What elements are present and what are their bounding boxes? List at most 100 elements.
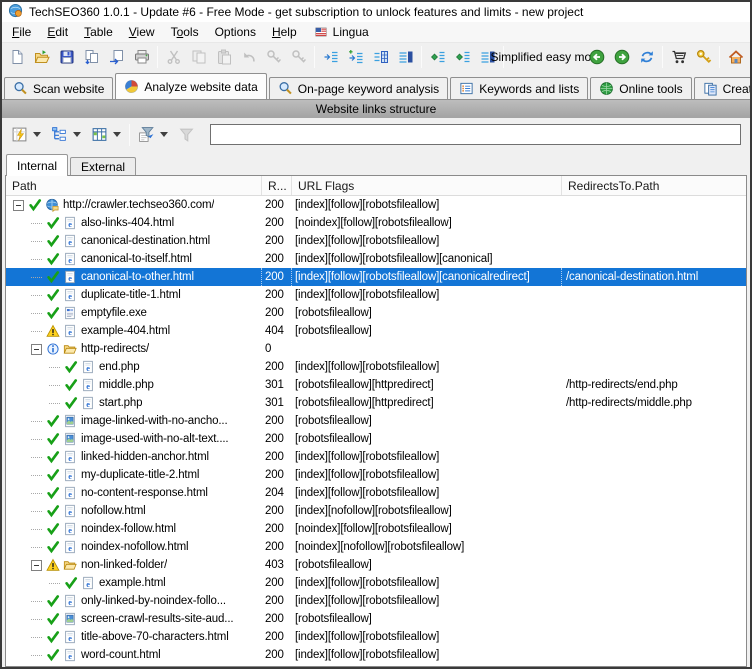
view-tab-external[interactable]: External xyxy=(70,157,136,176)
table-row[interactable]: emptyfile.exe200[robotsfileallow] xyxy=(6,304,746,322)
column-header-2[interactable]: URL Flags xyxy=(292,176,562,195)
save-project-button[interactable] xyxy=(54,45,79,69)
table-row[interactable]: http://crawler.techseo360.com/200[index]… xyxy=(6,196,746,214)
filter-dropdown[interactable] xyxy=(133,122,173,147)
tab-online-tools[interactable]: Online tools xyxy=(590,77,691,99)
home-button[interactable] xyxy=(723,45,748,69)
menu-item-help[interactable]: Help xyxy=(264,23,305,41)
column-header-0[interactable]: Path xyxy=(6,176,262,195)
table-row[interactable]: eword-count.html200[index][follow][robot… xyxy=(6,646,746,664)
print-button[interactable] xyxy=(129,45,154,69)
column-header-1[interactable]: R... xyxy=(262,176,292,195)
cut-button[interactable] xyxy=(161,45,186,69)
quick-report-dropdown[interactable] xyxy=(6,122,46,147)
tab-on-page-keyword-analysis[interactable]: On-page keyword analysis xyxy=(269,77,448,99)
paste-button[interactable] xyxy=(211,45,236,69)
cart-icon xyxy=(671,49,687,65)
table-row[interactable]: http-redirects/0 xyxy=(6,340,746,358)
tab-analyze-website-data[interactable]: Analyze website data xyxy=(115,73,266,99)
table-row[interactable]: eexample.html200[index][follow][robotsfi… xyxy=(6,574,746,592)
table-row[interactable]: enoindex-follow.html200[noindex][follow]… xyxy=(6,520,746,538)
toolbar-separator xyxy=(719,46,720,68)
tab-scan-website[interactable]: Scan website xyxy=(4,77,113,99)
table-row[interactable]: ecanonical-to-itself.html200[index][foll… xyxy=(6,250,746,268)
table-row[interactable]: screen-crawl-results-site-aud...200[robo… xyxy=(6,610,746,628)
view-tab-internal[interactable]: Internal xyxy=(6,154,68,176)
undo-button[interactable] xyxy=(236,45,261,69)
collapse-level-button[interactable] xyxy=(450,45,475,69)
indent-add-node-button[interactable] xyxy=(343,45,368,69)
key-tool-button[interactable] xyxy=(261,45,286,69)
menu-item-edit[interactable]: Edit xyxy=(39,23,76,41)
clear-filter-button[interactable] xyxy=(173,122,200,147)
tree-connector xyxy=(31,457,42,458)
new-project-button[interactable] xyxy=(4,45,29,69)
tree-node xyxy=(10,200,26,211)
export-data-button[interactable] xyxy=(79,45,104,69)
expand-level-button[interactable] xyxy=(425,45,450,69)
indent-node-button[interactable] xyxy=(318,45,343,69)
merge-lines-button[interactable] xyxy=(368,45,393,69)
table-row[interactable]: eonly-linked-by-noindex-follo...200[inde… xyxy=(6,592,746,610)
path-cell: emiddle.php xyxy=(6,376,262,394)
table-row[interactable]: image-linked-with-no-ancho...200[robotsf… xyxy=(6,412,746,430)
table-row[interactable]: emiddle.php301[robotsfileallow][httpredi… xyxy=(6,376,746,394)
response-cell: 200 xyxy=(262,448,292,466)
tree-connector xyxy=(49,583,60,584)
table-row[interactable]: ecanonical-destination.html200[index][fo… xyxy=(6,232,746,250)
table-row[interactable]: image-used-with-no-alt-text....200[robot… xyxy=(6,430,746,448)
response-code: 200 xyxy=(265,577,284,589)
table-row[interactable]: non-linked-folder/403[robotsfileallow] xyxy=(6,556,746,574)
table-row[interactable]: eend.php200[index][follow][robotsfileall… xyxy=(6,358,746,376)
status-icon-slot xyxy=(44,234,61,248)
view-tab-label: External xyxy=(81,160,125,174)
column-header-3[interactable]: RedirectsTo.Path xyxy=(562,176,746,195)
expand-collapse-toggle[interactable] xyxy=(13,200,24,211)
pie-chart-icon xyxy=(124,79,139,94)
easy-mode-toggle[interactable]: Simplified easy mode xyxy=(507,45,584,69)
open-project-button[interactable] xyxy=(29,45,54,69)
key-tool-2-button[interactable] xyxy=(286,45,311,69)
path-text: http-redirects/ xyxy=(78,343,149,355)
view-tab-label: Internal xyxy=(17,159,57,173)
response-code: 200 xyxy=(265,415,284,427)
back-button[interactable] xyxy=(584,45,609,69)
table-row[interactable]: etitle-above-70-characters.html200[index… xyxy=(6,628,746,646)
window-title: TechSEO360 1.0.1 - Update #6 - Free Mode… xyxy=(29,5,583,19)
table-row[interactable]: emy-duplicate-title-2.html200[index][fol… xyxy=(6,466,746,484)
table-row[interactable]: eno-content-response.html204[index][foll… xyxy=(6,484,746,502)
table-row[interactable]: ecanonical-to-other.html200[index][follo… xyxy=(6,268,746,286)
gold-key-icon xyxy=(696,49,712,65)
table-row[interactable]: elinked-hidden-anchor.html200[index][fol… xyxy=(6,448,746,466)
table-row[interactable]: eduplicate-title-1.html200[index][follow… xyxy=(6,286,746,304)
info-icon xyxy=(46,342,60,356)
table-row[interactable]: enoindex-nofollow.html200[noindex][nofol… xyxy=(6,538,746,556)
buy-button[interactable] xyxy=(666,45,691,69)
columns-dropdown[interactable] xyxy=(86,122,126,147)
table-row[interactable]: ealso-links-404.html200[noindex][follow]… xyxy=(6,214,746,232)
table-row[interactable]: enofollow.html200[index][nofollow][robot… xyxy=(6,502,746,520)
bar-lines-button[interactable] xyxy=(393,45,418,69)
register-key-button[interactable] xyxy=(691,45,716,69)
menu-item-table[interactable]: Table xyxy=(76,23,121,41)
filter-text-input[interactable] xyxy=(210,124,741,145)
import-data-button[interactable] xyxy=(104,45,129,69)
file-icon-slot xyxy=(61,306,78,320)
expand-collapse-toggle[interactable] xyxy=(31,344,42,355)
table-row[interactable]: estart.php301[robotsfileallow][httpredir… xyxy=(6,394,746,412)
path-text: image-used-with-no-alt-text.... xyxy=(78,433,228,445)
tree-mode-dropdown[interactable] xyxy=(46,122,86,147)
tab-create-sitema[interactable]: Create sitema xyxy=(694,77,750,99)
refresh-button[interactable] xyxy=(634,45,659,69)
table-row[interactable]: eexample-404.html404[robotsfileallow] xyxy=(6,322,746,340)
expand-collapse-toggle[interactable] xyxy=(31,560,42,571)
menu-item-view[interactable]: View xyxy=(121,23,163,41)
tab-keywords-and-lists[interactable]: Keywords and lists xyxy=(450,77,588,99)
menu-item-file[interactable]: File xyxy=(4,23,39,41)
forward-button[interactable] xyxy=(609,45,634,69)
status-icon-slot xyxy=(44,306,61,320)
menu-item-options[interactable]: Options xyxy=(207,23,264,41)
menu-item-lingua[interactable]: Lingua xyxy=(305,23,377,41)
copy-button[interactable] xyxy=(186,45,211,69)
menu-item-tools[interactable]: Tools xyxy=(163,23,207,41)
